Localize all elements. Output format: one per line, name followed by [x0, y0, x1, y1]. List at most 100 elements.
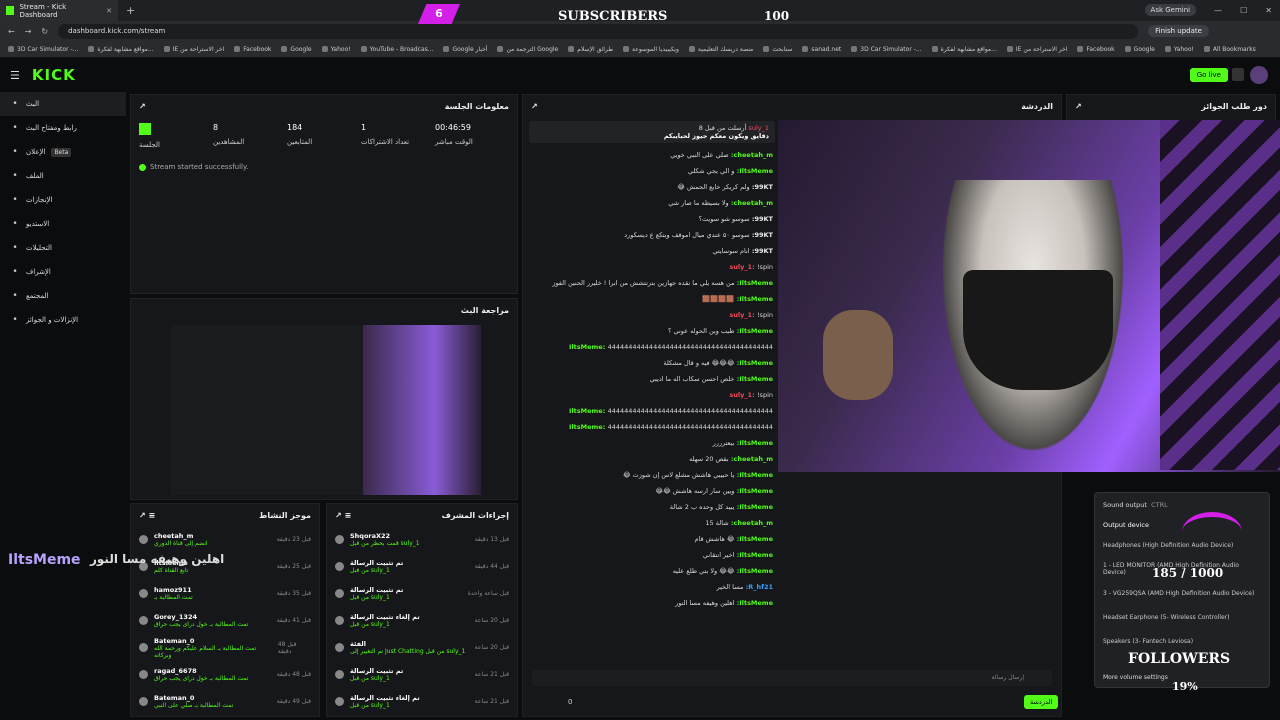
bookmark-item[interactable]: Google: [281, 46, 311, 53]
sidebar-item[interactable]: • التحليلات: [0, 236, 126, 260]
chat-username[interactable]: suly_1:: [729, 391, 757, 399]
feed-name[interactable]: الفئة: [350, 640, 465, 648]
sidebar-item[interactable]: • الإنجازات: [0, 188, 126, 212]
chat-username[interactable]: cheetah_m:: [729, 151, 773, 159]
chat-username[interactable]: IltsMeme:: [569, 423, 608, 431]
bookmark-item[interactable]: YouTube - Broadcas...: [361, 46, 434, 53]
chat-username[interactable]: IltsMeme:: [734, 375, 773, 383]
chat-username[interactable]: 99KT:: [750, 231, 773, 239]
chat-username[interactable]: IltsMeme:: [734, 503, 773, 511]
ask-gemini-button[interactable]: Ask Gemini: [1144, 4, 1197, 16]
all-bookmarks[interactable]: All Bookmarks: [1204, 46, 1256, 53]
chat-username[interactable]: IltsMeme:: [569, 407, 608, 415]
popout-icon[interactable]: ↗ ≡: [139, 511, 155, 520]
chat-username[interactable]: IltsMeme:: [734, 327, 773, 335]
sidebar-item[interactable]: • الإنزالات و الجوائز: [0, 308, 126, 332]
sidebar-item[interactable]: • رابط ومفتاح البث: [0, 116, 126, 140]
bookmark-item[interactable]: Yahoo!: [1165, 46, 1194, 53]
chat-username[interactable]: IltsMeme:: [734, 567, 773, 575]
chat-username[interactable]: suly_1:: [729, 263, 757, 271]
feed-name[interactable]: ShqoraX22: [350, 532, 420, 540]
close-tab-icon[interactable]: ✕: [106, 7, 112, 15]
bookmark-item[interactable]: IE اخر الاستراحة من: [1007, 46, 1068, 53]
sidebar-item[interactable]: • البث: [0, 92, 126, 116]
bookmark-item[interactable]: 3D Car Simulator -...: [8, 46, 78, 53]
new-tab-button[interactable]: +: [126, 4, 135, 17]
chat-username[interactable]: suly_1:: [729, 311, 757, 319]
sidebar-item[interactable]: • المجتمع: [0, 284, 126, 308]
bookmark-item[interactable]: Google: [1125, 46, 1155, 53]
bookmark-item[interactable]: منصة دريسك التعليمية: [689, 46, 753, 53]
feed-name[interactable]: تم إلغاء تثبيت الرسالة: [350, 694, 420, 702]
chat-username[interactable]: 99KT:: [750, 247, 773, 255]
menu-icon[interactable]: ☰: [10, 69, 20, 82]
chat-username[interactable]: IltsMeme:: [734, 295, 773, 303]
feed-name[interactable]: ragad_6678: [154, 667, 248, 675]
chat-username[interactable]: IltsMeme:: [734, 599, 773, 607]
sidebar-item[interactable]: • الملف: [0, 164, 126, 188]
feed-name[interactable]: hamoz911: [154, 586, 193, 594]
sidebar-item[interactable]: • الاستديو: [0, 212, 126, 236]
chat-username[interactable]: 99KT:: [750, 183, 773, 191]
feed-name[interactable]: تم تثبيت الرسالة: [350, 667, 403, 675]
feed-name[interactable]: تم تثبيت الرسالة: [350, 586, 403, 594]
chat-username[interactable]: IltsMeme:: [734, 471, 773, 479]
popout-icon[interactable]: ↗: [531, 102, 538, 111]
reload-icon[interactable]: ↻: [41, 27, 48, 36]
feed-name[interactable]: تم إلغاء تثبيت الرسالة: [350, 613, 420, 621]
feed-name[interactable]: Bateman_0: [154, 637, 272, 645]
chat-username[interactable]: IltsMeme:: [734, 279, 773, 287]
chat-username[interactable]: cheetah_m:: [729, 455, 773, 463]
popout-icon[interactable]: ↗: [139, 102, 146, 111]
back-icon[interactable]: ←: [8, 27, 15, 36]
popout-icon[interactable]: ↗: [1075, 102, 1082, 111]
popout-icon[interactable]: ↗ ≡: [335, 511, 351, 520]
preview-video[interactable]: [171, 325, 481, 495]
feed-name[interactable]: cheetah_m: [154, 532, 208, 540]
more-volume-settings[interactable]: More volume settings: [1095, 669, 1176, 685]
chat-username[interactable]: IltsMeme:: [734, 439, 773, 447]
bookmark-item[interactable]: Facebook: [234, 46, 271, 53]
sidebar-item[interactable]: • الإشراف: [0, 260, 126, 284]
output-device-option[interactable]: 3 - VG259QSA (AMD High Definition Audio …: [1095, 581, 1269, 605]
chat-username[interactable]: IltsMeme:: [734, 551, 773, 559]
chat-username[interactable]: IltsMeme:: [734, 535, 773, 543]
output-device-option[interactable]: Speakers (3- Fantech Leviosa): [1095, 629, 1269, 653]
finish-update-button[interactable]: Finish update: [1148, 25, 1209, 37]
bookmark-item[interactable]: Google أخبار: [443, 46, 487, 53]
sidebar-item[interactable]: • الإعلان Beta: [0, 140, 126, 164]
go-live-button[interactable]: Go live: [1189, 68, 1228, 82]
feed-name[interactable]: Gorey_1324: [154, 613, 248, 621]
chat-username[interactable]: cheetah_m:: [729, 519, 773, 527]
bookmark-item[interactable]: مواقع مشابهة لفكرة...: [932, 46, 997, 53]
close-window-icon[interactable]: ✕: [1265, 6, 1272, 15]
chat-username[interactable]: cheetah_m:: [729, 199, 773, 207]
bookmark-item[interactable]: طرائق الإسلام: [568, 46, 613, 53]
chat-username[interactable]: IltsMeme:: [734, 487, 773, 495]
avatar[interactable]: [1250, 66, 1268, 84]
library-icon[interactable]: [1232, 68, 1244, 81]
bookmark-item[interactable]: Yahoo!: [322, 46, 351, 53]
maximize-icon[interactable]: ☐: [1240, 6, 1247, 15]
bookmark-item[interactable]: ويكيبيديا الموسوعة: [623, 46, 679, 53]
chat-username[interactable]: IltsMeme:: [734, 359, 773, 367]
bookmark-item[interactable]: sanad.net: [802, 46, 841, 53]
bookmark-item[interactable]: سنابحث: [763, 46, 792, 53]
kick-logo[interactable]: KICK: [32, 66, 76, 84]
feed-name[interactable]: تم تثبيت الرسالة: [350, 559, 403, 567]
chat-username[interactable]: IltsMeme:: [734, 167, 773, 175]
bookmark-item[interactable]: الترجمة من Google: [497, 46, 558, 53]
chat-input[interactable]: إرسال رسالة: [532, 670, 1052, 686]
minimize-icon[interactable]: —: [1214, 6, 1222, 15]
bookmark-item[interactable]: Facebook: [1077, 46, 1114, 53]
browser-tab[interactable]: Stream - Kick Dashboard ✕: [0, 0, 118, 21]
chat-username[interactable]: IltsMeme:: [569, 343, 608, 351]
chat-username[interactable]: R_hf21:: [743, 583, 773, 591]
bookmark-item[interactable]: مواقع مشابهة لفكرة...: [88, 46, 153, 53]
chat-username[interactable]: 99KT:: [750, 215, 773, 223]
bookmark-item[interactable]: IE اخر الاستراحة من: [164, 46, 225, 53]
output-device-option[interactable]: Headset Earphone (5- Wireless Controller…: [1095, 605, 1269, 629]
bookmark-item[interactable]: 3D Car Simulator -...: [851, 46, 921, 53]
feed-name[interactable]: Bateman_0: [154, 694, 233, 702]
send-chat-button[interactable]: الدردشة: [1024, 695, 1059, 709]
